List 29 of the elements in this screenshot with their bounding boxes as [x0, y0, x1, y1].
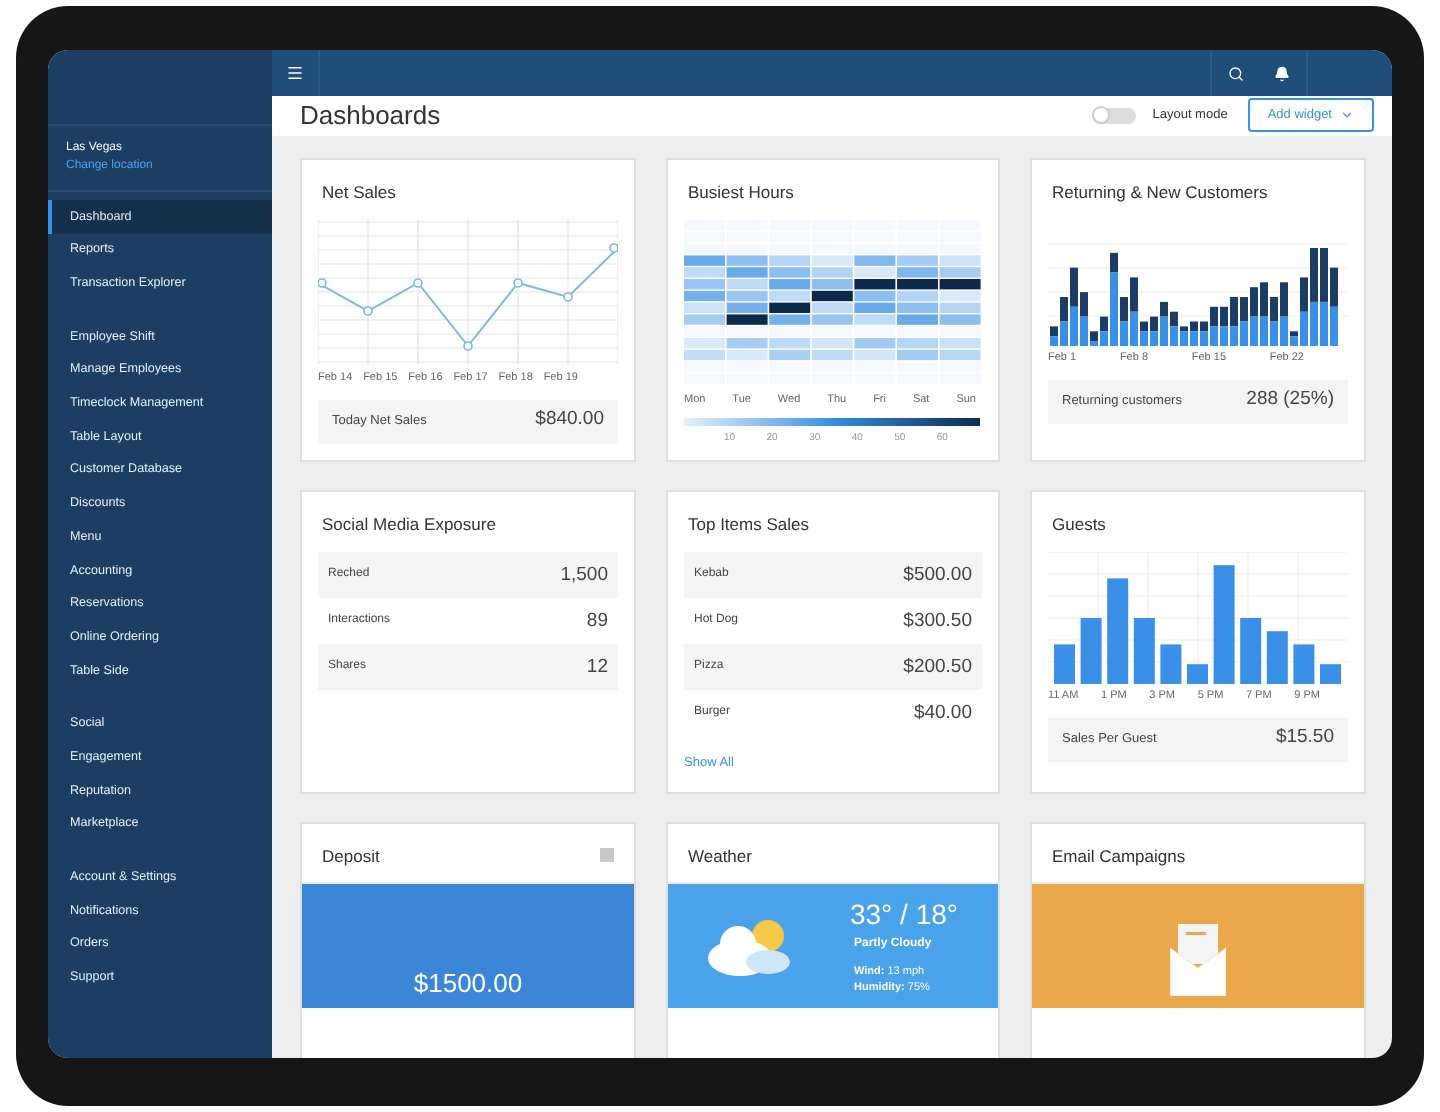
- envelope-icon: [1170, 923, 1226, 995]
- temperature: 33° / 18°: [849, 895, 958, 934]
- cloud-and-sun-icon: [704, 915, 794, 975]
- widget-title: Busiest Hours: [688, 179, 794, 205]
- page-title: Dashboards: [300, 98, 441, 134]
- widget-title: Social Media Exposure: [322, 511, 496, 537]
- summary-value: 288 (25%): [1246, 386, 1334, 415]
- menu-icon: [286, 64, 304, 82]
- row-value: $200.50: [903, 653, 972, 682]
- widget-title: Net Sales: [322, 179, 396, 205]
- row-value: $300.50: [903, 607, 972, 636]
- row-value: 12: [586, 653, 608, 682]
- summary-value: $840.00: [535, 406, 604, 435]
- bell-icon: [1274, 65, 1290, 81]
- deposit-amount: $1500.00: [413, 966, 523, 1002]
- layout-mode-toggle[interactable]: [1092, 107, 1137, 124]
- widget-title: Email Campaigns: [1052, 843, 1186, 869]
- widget-title: Deposit: [322, 843, 380, 869]
- row-value: $40.00: [913, 699, 972, 728]
- caret-icon: [1340, 108, 1354, 123]
- widget-title: Returning & New Customers: [1052, 179, 1268, 205]
- row-value: 1,500: [560, 561, 608, 590]
- row-value: $500.00: [903, 561, 972, 590]
- widget-title: Weather: [688, 843, 752, 869]
- search-icon: [1227, 65, 1243, 81]
- widget-title: Top Items Sales: [688, 511, 809, 537]
- widget-title: Guests: [1052, 511, 1106, 537]
- summary-value: $15.50: [1275, 724, 1334, 753]
- row-value: 89: [586, 607, 608, 636]
